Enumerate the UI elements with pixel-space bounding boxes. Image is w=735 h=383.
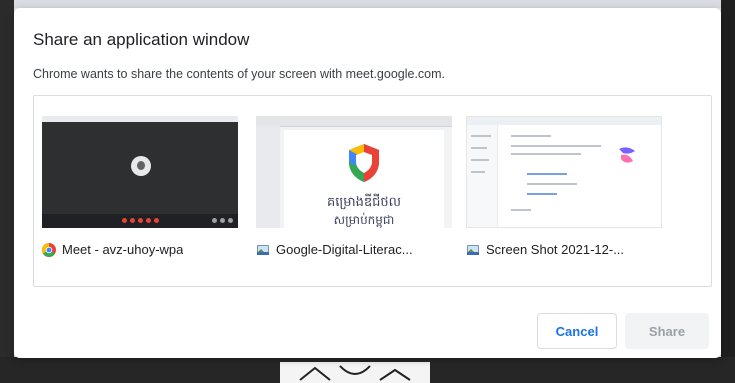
logo-icon [619, 147, 635, 163]
shield-icon [349, 144, 379, 182]
dialog-subtitle: Chrome wants to share the contents of yo… [33, 67, 446, 81]
source-thumbnail [466, 116, 662, 228]
preview-app-icon [467, 244, 479, 255]
dialog-title: Share an application window [33, 30, 250, 49]
source-thumbnail [42, 116, 238, 228]
source-thumbnail: គម្រោងឌីជីថល សម្រាប់កម្ពុជា [256, 116, 452, 228]
source-label: Google-Digital-Literac... [256, 242, 456, 257]
background-browser-bar [0, 0, 735, 8]
share-window-dialog: Share an application window Chrome wants… [14, 8, 721, 358]
background-right [721, 0, 735, 383]
source-item-document[interactable]: គម្រោងឌីជីថល សម្រាប់កម្ពុជា Google-Digit… [248, 108, 452, 268]
avatar [131, 156, 151, 176]
source-title: Screen Shot 2021-12-... [486, 242, 625, 257]
source-list: Meet - avz-uhoy-wpa គម្រោងឌីជីថល សម្រាប់… [33, 95, 712, 287]
source-item-screenshot[interactable]: Screen Shot 2021-12-... [458, 108, 662, 268]
source-label: Screen Shot 2021-12-... [466, 242, 666, 257]
source-label: Meet - avz-uhoy-wpa [42, 242, 242, 257]
share-button[interactable]: Share [625, 313, 709, 349]
background-left [0, 0, 14, 383]
thumbnail-text-line: គម្រោងឌីជីថល [326, 195, 401, 210]
cancel-button[interactable]: Cancel [537, 313, 617, 349]
meet-controls-bar [42, 214, 238, 228]
source-item-meet[interactable]: Meet - avz-uhoy-wpa [34, 108, 238, 268]
background-artwork [280, 362, 430, 383]
preview-app-icon [257, 244, 269, 255]
chrome-icon [42, 242, 56, 257]
thumbnail-text-line: សម្រាប់កម្ពុជា [333, 213, 395, 227]
source-title: Meet - avz-uhoy-wpa [62, 242, 184, 257]
source-title: Google-Digital-Literac... [276, 242, 413, 257]
